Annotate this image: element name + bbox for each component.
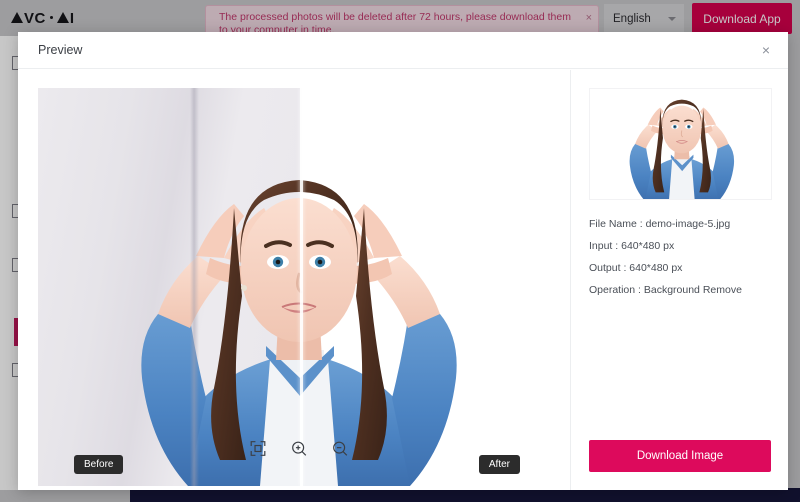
zoom-out-icon[interactable] — [331, 439, 350, 458]
after-image-half — [302, 88, 560, 486]
before-after-comparison[interactable]: Before After — [38, 88, 560, 486]
before-image-half — [38, 88, 302, 486]
fit-screen-icon[interactable] — [249, 439, 268, 458]
comparison-slider-handle[interactable] — [300, 88, 303, 486]
meta-input: Input : 640*480 px — [589, 240, 675, 252]
meta-operation: Operation : Background Remove — [589, 284, 742, 296]
after-label: After — [478, 455, 520, 474]
result-thumbnail — [589, 88, 772, 200]
preview-pane: Before After — [18, 70, 570, 490]
before-portrait-image — [141, 180, 302, 486]
modal-body: Before After File Name: demo-image-5.jp… — [18, 70, 788, 490]
zoom-in-icon[interactable] — [290, 439, 309, 458]
close-icon[interactable]: × — [758, 42, 774, 58]
after-portrait-image — [302, 180, 457, 486]
download-image-button[interactable]: Download Image — [589, 440, 771, 472]
info-pane: File Name : demo-image-5.jpg Input : 640… — [570, 70, 788, 490]
preview-modal: Preview × Before After File Name: demo-… — [18, 32, 788, 490]
modal-title: Preview — [38, 43, 83, 57]
meta-file-name: File Name : demo-image-5.jpg — [589, 218, 731, 230]
file-metadata-list: File Name : demo-image-5.jpg Input : 640… — [589, 218, 770, 296]
modal-header: Preview × — [18, 32, 788, 69]
thumbnail-portrait-image — [629, 99, 735, 199]
before-label: Before — [74, 455, 124, 474]
meta-output: Output : 640*480 px — [589, 262, 683, 274]
zoom-toolbar — [249, 439, 350, 458]
